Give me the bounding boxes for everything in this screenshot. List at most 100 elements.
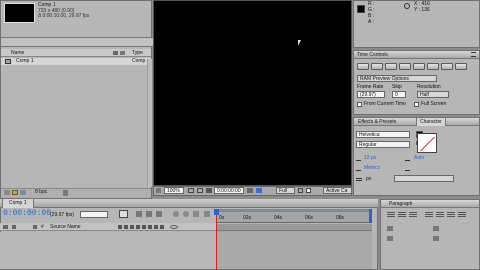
- project-item-row[interactable]: Comp 1 Comp: [1, 58, 151, 65]
- project-panel: Comp 1 720 x 480 (0.90) Δ 0:00:10:00, 29…: [0, 0, 153, 199]
- timeline-search-input[interactable]: [80, 211, 108, 218]
- comp-viewer[interactable]: [153, 0, 352, 186]
- frame-blending-icon[interactable]: [173, 211, 179, 217]
- switches-header-icons: [118, 225, 164, 229]
- info-y: Y : 136: [414, 7, 430, 13]
- column-type-header[interactable]: Type: [132, 50, 143, 56]
- tab-character[interactable]: Character: [416, 118, 446, 126]
- loop-button[interactable]: [441, 63, 453, 70]
- ruler-tick-2: 02s: [243, 215, 252, 221]
- frame-rate-label: Frame Rate: [357, 84, 384, 90]
- hide-shy-layers-icon[interactable]: [156, 211, 162, 217]
- show-channel-icon[interactable]: [256, 188, 262, 193]
- full-screen-label: Full Screen: [421, 101, 447, 107]
- first-line-indent-icon: [387, 236, 393, 241]
- project-scrollbar[interactable]: [147, 59, 152, 187]
- brainstorm-icon[interactable]: [193, 211, 199, 217]
- timeline-tab-comp[interactable]: Comp 1: [2, 199, 34, 208]
- resolution-select[interactable]: Full: [276, 187, 295, 194]
- bit-depth-label[interactable]: 8 bpc: [35, 189, 47, 195]
- resolution-label: Resolution: [417, 84, 441, 90]
- new-folder-icon[interactable]: [12, 190, 18, 195]
- align-left-icon[interactable]: [387, 212, 395, 218]
- label-tag-icon: [113, 51, 118, 55]
- tab-effects-presets[interactable]: Effects & Presets: [358, 119, 396, 125]
- last-frame-button[interactable]: [413, 63, 425, 70]
- interpret-footage-icon[interactable]: [4, 190, 10, 195]
- stroke-style-select[interactable]: [394, 175, 454, 182]
- track-bar: [216, 224, 372, 231]
- ram-preview-options-select[interactable]: RAM Preview Options: [357, 75, 437, 82]
- column-name-header[interactable]: Name: [11, 50, 24, 56]
- comp-thumbnail: [4, 3, 35, 23]
- timeline-fps: (29.97 fps): [50, 212, 74, 218]
- no-color-icon: [420, 136, 435, 152]
- camera-view-select[interactable]: Active Ca: [323, 187, 352, 194]
- next-frame-button[interactable]: [399, 63, 411, 70]
- first-frame-button[interactable]: [357, 63, 369, 70]
- always-preview-icon[interactable]: [156, 188, 161, 193]
- time-controls-tab[interactable]: Time Controls: [354, 51, 479, 59]
- tab-paragraph[interactable]: Paragraph: [381, 200, 479, 208]
- play-button[interactable]: [385, 63, 397, 70]
- font-style-select[interactable]: Regular: [356, 141, 410, 148]
- transparency-grid-icon[interactable]: [306, 188, 311, 193]
- panel-menu-icon[interactable]: [471, 52, 476, 57]
- info-a: A :: [368, 19, 374, 25]
- frame-rate-field[interactable]: (29.97): [357, 91, 385, 98]
- time-controls-panel: Time Controls RAM Preview Options Frame …: [353, 50, 480, 115]
- project-search-bar[interactable]: [1, 37, 153, 47]
- composition-icon: [5, 59, 11, 64]
- project-item-type: Comp: [132, 58, 146, 64]
- align-center-icon[interactable]: [398, 212, 406, 218]
- draft-3d-icon[interactable]: [146, 211, 152, 217]
- viewer-timecode[interactable]: 0:00:00:00: [214, 187, 244, 194]
- font-family-select[interactable]: Helvetica: [356, 131, 410, 138]
- trash-icon[interactable]: [63, 190, 68, 196]
- playhead-line[interactable]: [216, 215, 217, 270]
- resolution-field[interactable]: Half: [417, 91, 449, 98]
- zoom-select[interactable]: 100%: [164, 187, 184, 194]
- indent-left-icon: [387, 226, 393, 231]
- graph-editor-icon[interactable]: [204, 211, 210, 217]
- project-item-name: Comp 1: [16, 58, 34, 64]
- safe-zones-icon[interactable]: [188, 188, 194, 193]
- mask-visibility-icon[interactable]: [197, 188, 203, 193]
- previous-frame-button[interactable]: [371, 63, 383, 70]
- region-of-interest-icon[interactable]: [298, 188, 303, 193]
- color-swatch: [357, 5, 365, 13]
- skip-field[interactable]: 0: [392, 91, 406, 98]
- from-current-time-checkbox[interactable]: [357, 102, 362, 107]
- ram-preview-button[interactable]: [455, 63, 467, 70]
- new-composition-icon[interactable]: [20, 190, 26, 195]
- timeline-tab-bar: [0, 199, 378, 208]
- work-area-bar[interactable]: [216, 209, 372, 212]
- kerning-value[interactable]: Metrics: [364, 165, 380, 171]
- work-area-end-handle[interactable]: [369, 209, 372, 223]
- full-screen-checkbox[interactable]: [414, 102, 419, 107]
- color-picker-box[interactable]: [417, 133, 437, 153]
- audio-button[interactable]: [427, 63, 439, 70]
- ruler-tick-4: 04s: [274, 215, 283, 221]
- justify-last-left-icon[interactable]: [425, 212, 433, 218]
- stroke-width-unit[interactable]: px: [366, 176, 371, 182]
- camera-icon[interactable]: [206, 188, 212, 193]
- stroke-width-icon: [356, 178, 362, 181]
- align-right-icon[interactable]: [409, 212, 417, 218]
- crosshair-icon: [404, 3, 410, 9]
- source-name-header[interactable]: Source Name: [50, 224, 81, 230]
- snapshot-icon[interactable]: [247, 188, 253, 193]
- skip-label: Skip: [392, 84, 402, 90]
- font-size-value[interactable]: 12 px: [364, 155, 376, 161]
- justify-all-icon[interactable]: [458, 212, 466, 218]
- layer-area[interactable]: [0, 232, 216, 269]
- motion-blur-icon[interactable]: [183, 211, 189, 217]
- live-update-icon[interactable]: [136, 211, 142, 217]
- timeline-current-time[interactable]: 0:00:00:00: [3, 209, 51, 219]
- composition-mini-flowchart-icon[interactable]: [119, 210, 128, 218]
- ruler-tick-6: 06s: [305, 215, 314, 221]
- justify-last-center-icon[interactable]: [436, 212, 444, 218]
- leading-value[interactable]: Auto: [414, 155, 424, 161]
- layer-number-header: #: [41, 224, 44, 230]
- justify-last-right-icon[interactable]: [447, 212, 455, 218]
